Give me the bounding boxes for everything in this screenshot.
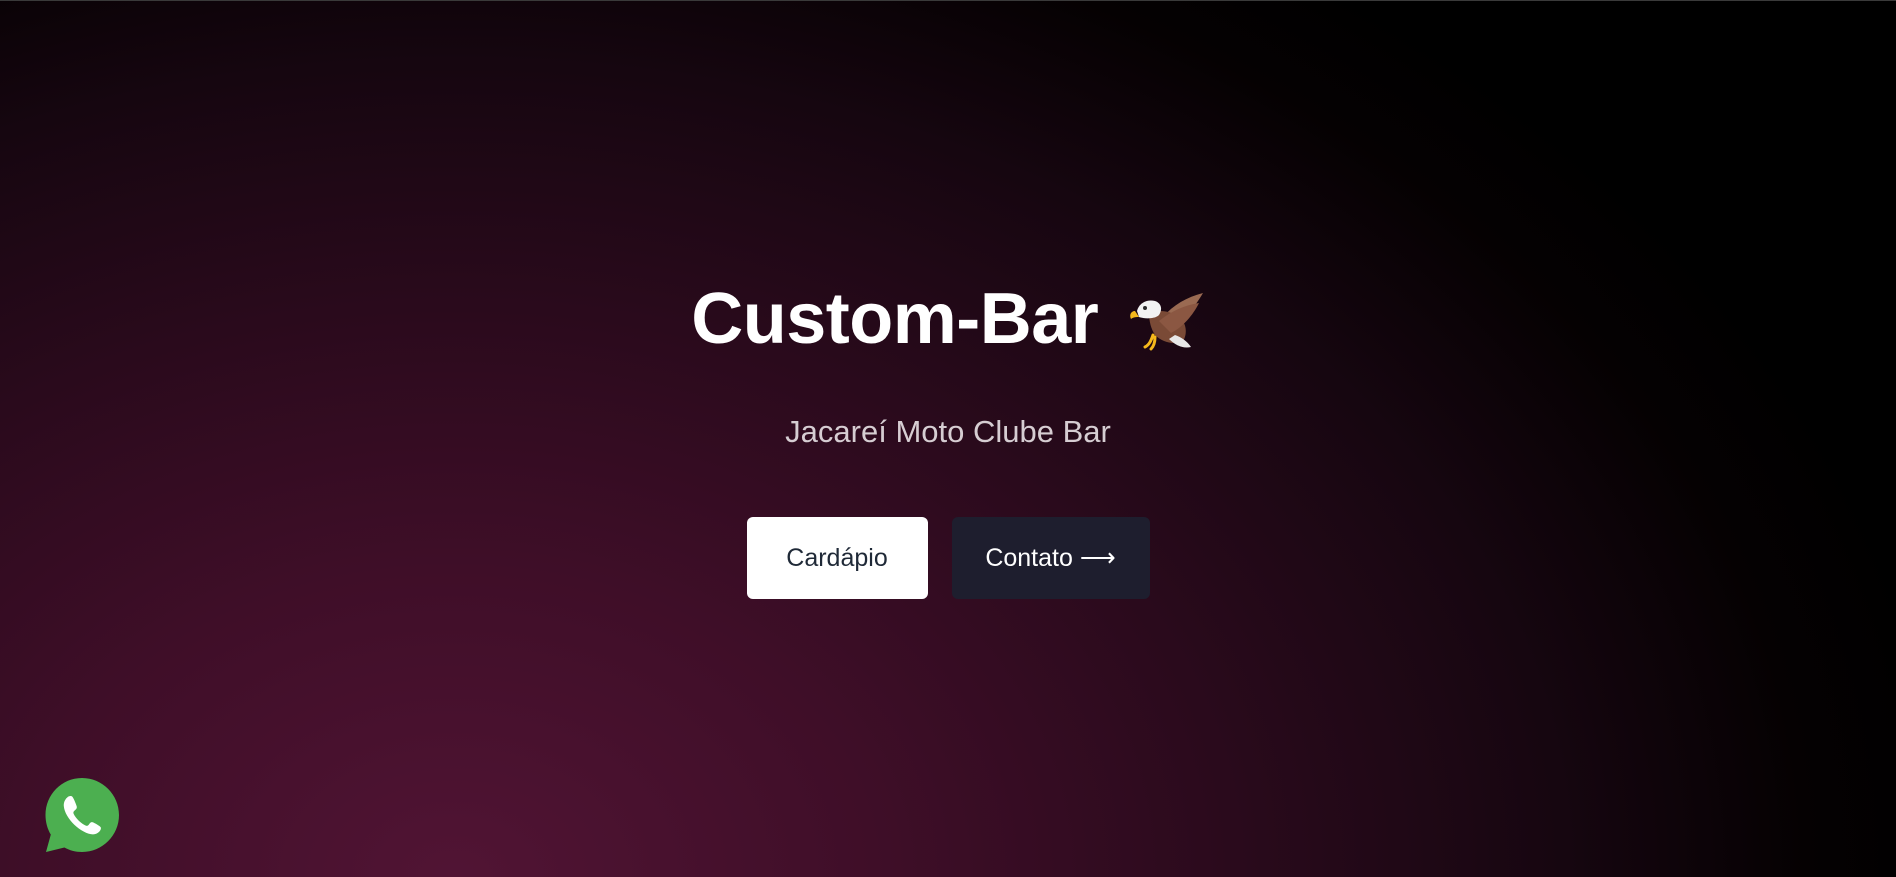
eagle-icon (1129, 291, 1205, 351)
hero-buttons: Cardápio Contato ⟶ (0, 517, 1896, 599)
title-row: Custom-Bar (0, 278, 1896, 360)
whatsapp-icon (43, 776, 121, 854)
page-title: Custom-Bar (691, 279, 1099, 359)
hero-section: Custom-Bar Jacareí Moto Clube Bar Cardáp… (0, 0, 1896, 877)
menu-button[interactable]: Cardápio (746, 517, 928, 599)
whatsapp-button[interactable] (43, 776, 121, 854)
contact-button[interactable]: Contato ⟶ (951, 517, 1150, 599)
page-subtitle: Jacareí Moto Clube Bar (785, 414, 1111, 449)
